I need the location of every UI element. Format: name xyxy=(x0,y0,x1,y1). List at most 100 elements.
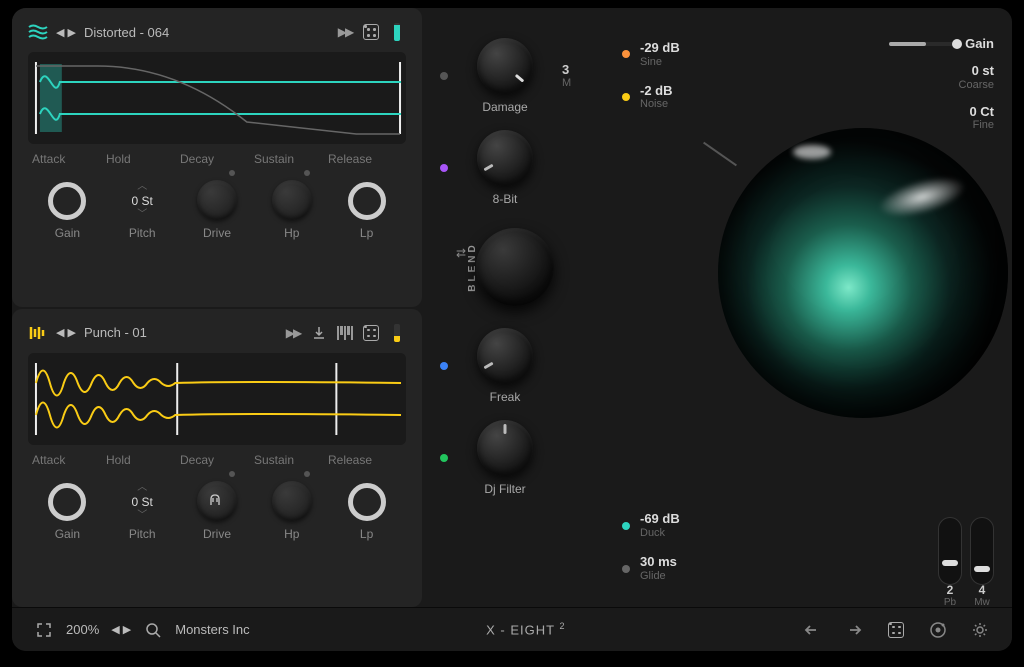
osc2-env-sustain[interactable]: Sustain xyxy=(254,453,328,467)
info-top-right: Gain 0 stCoarse 0 CtFine xyxy=(889,36,994,133)
djfilter-knob[interactable] xyxy=(477,420,533,476)
osc2-pitch-stepper[interactable]: ︿ 0 St ﹀ xyxy=(132,483,153,521)
osc2-env-hold[interactable]: Hold xyxy=(106,453,180,467)
osc2-waveform-display[interactable] xyxy=(28,353,406,445)
gain-label: Gain xyxy=(965,36,994,51)
osc1-preset-nav[interactable]: ◀ ▶ xyxy=(56,26,76,39)
target-icon[interactable] xyxy=(928,620,948,640)
osc2-download-icon[interactable] xyxy=(310,324,328,342)
eightbit-block: 8-Bit xyxy=(422,130,608,206)
osc2-lp-label: Lp xyxy=(360,527,373,541)
osc1-hp-knob[interactable] xyxy=(272,180,312,220)
osc2-piano-icon[interactable] xyxy=(336,324,354,342)
osc2-preset-name[interactable]: Punch - 01 xyxy=(84,325,147,340)
djfilter-mod-dot[interactable] xyxy=(440,454,448,462)
osc1-pitch-value: 0 St xyxy=(132,194,153,208)
freak-block: Freak xyxy=(422,328,608,404)
damage-knob[interactable] xyxy=(477,38,533,94)
coarse-readout[interactable]: 0 stCoarse xyxy=(959,63,994,92)
redo-icon[interactable] xyxy=(844,620,864,640)
undo-icon[interactable] xyxy=(802,620,822,640)
osc2-drive-label: Drive xyxy=(203,527,231,541)
osc1-gain-knob[interactable] xyxy=(48,182,86,220)
search-icon[interactable] xyxy=(143,620,163,640)
osc1-lp-label: Lp xyxy=(360,226,373,240)
app-window: ◀ ▶ Distorted - 064 ▶▶ xyxy=(12,8,1012,651)
damage-block: Damage 3 M xyxy=(422,38,608,114)
freak-label: Freak xyxy=(490,390,521,404)
expand-icon[interactable] xyxy=(34,620,54,640)
osc1-fastforward-icon[interactable]: ▶▶ xyxy=(336,23,354,41)
mod-wheels: 2Pb 4Mw xyxy=(938,517,994,585)
random-dice-icon[interactable] xyxy=(886,620,906,640)
chevron-up-icon[interactable]: ︿ xyxy=(137,182,147,192)
eightbit-knob[interactable] xyxy=(477,130,533,186)
osc1-hp-label: Hp xyxy=(284,226,299,240)
osc1-pitch-label: Pitch xyxy=(129,226,156,240)
osc1-wave-icon[interactable] xyxy=(28,22,48,42)
modwheel[interactable]: 4Mw xyxy=(970,517,994,585)
damage-mod-dot[interactable] xyxy=(440,72,448,80)
blend-block: ⇄ BLEND xyxy=(422,228,608,306)
osc2-env-decay[interactable]: Decay xyxy=(180,453,254,467)
osc1-dice-icon[interactable] xyxy=(362,23,380,41)
osc2-gain-knob[interactable] xyxy=(48,483,86,521)
product-title: X - EIGHT 2 xyxy=(264,621,788,637)
osc1-lp-knob[interactable] xyxy=(348,182,386,220)
osc1-env-release[interactable]: Release xyxy=(328,152,402,166)
zoom-level[interactable]: 200% xyxy=(66,622,99,637)
osc1-waveform-display[interactable] xyxy=(28,52,406,144)
settings-gear-icon[interactable] xyxy=(970,620,990,640)
osc1-drive-knob[interactable] xyxy=(197,180,237,220)
chevron-up-icon[interactable]: ︿ xyxy=(137,483,147,493)
osc1-env-hold[interactable]: Hold xyxy=(106,152,180,166)
osc2-panel: ◀ ▶ Punch - 01 ▶▶ xyxy=(12,309,422,608)
preset-nav[interactable]: ◀ ▶ xyxy=(111,623,131,636)
osc1-env-sustain[interactable]: Sustain xyxy=(254,152,328,166)
osc2-wave-icon[interactable] xyxy=(28,323,48,343)
fine-readout[interactable]: 0 CtFine xyxy=(969,104,994,133)
info-top-left: -29 dBSine -2 dBNoise xyxy=(622,40,680,112)
noise-readout[interactable]: -2 dBNoise xyxy=(622,83,680,112)
osc1-pitch-stepper[interactable]: ︿ 0 St ﹀ xyxy=(132,182,153,220)
osc2-dice-icon[interactable] xyxy=(362,324,380,342)
duck-dot-icon xyxy=(622,522,630,530)
duck-readout[interactable]: -69 dBDuck xyxy=(622,511,680,540)
current-preset[interactable]: Monsters Inc xyxy=(175,622,249,637)
chevron-down-icon[interactable]: ﹀ xyxy=(137,511,147,521)
osc1-gain-label: Gain xyxy=(55,226,80,240)
osc2-env-release[interactable]: Release xyxy=(328,453,402,467)
visualizer-sphere[interactable] xyxy=(718,128,1008,418)
blend-icon: ⇄ xyxy=(456,246,466,260)
master-gain-slider[interactable]: Gain xyxy=(889,36,994,51)
osc1-header: ◀ ▶ Distorted - 064 ▶▶ xyxy=(28,20,406,44)
sine-dot-icon xyxy=(622,50,630,58)
glide-readout[interactable]: 30 msGlide xyxy=(622,554,680,583)
osc2-pitch-label: Pitch xyxy=(129,527,156,541)
blend-knob[interactable] xyxy=(476,228,554,306)
osc2-drive-knob[interactable] xyxy=(197,481,237,521)
main-area: ◀ ▶ Distorted - 064 ▶▶ xyxy=(12,8,1012,607)
osc1-meter xyxy=(388,23,406,41)
osc1-env-attack[interactable]: Attack xyxy=(32,152,106,166)
freak-mod-dot[interactable] xyxy=(440,362,448,370)
osc2-knob-row: Gain ︿ 0 St ﹀ Pitch Dri xyxy=(28,481,406,541)
osc1-preset-name[interactable]: Distorted - 064 xyxy=(84,25,169,40)
osc2-hp-knob[interactable] xyxy=(272,481,312,521)
osc1-knob-row: Gain ︿ 0 St ﹀ Pitch Drive xyxy=(28,180,406,240)
osc1-panel: ◀ ▶ Distorted - 064 ▶▶ xyxy=(12,8,422,307)
osc2-fastforward-icon[interactable]: ▶▶ xyxy=(284,324,302,342)
eightbit-mod-dot[interactable] xyxy=(440,164,448,172)
osc1-env-decay[interactable]: Decay xyxy=(180,152,254,166)
osc2-pitch-value: 0 St xyxy=(132,495,153,509)
osc2-preset-nav[interactable]: ◀ ▶ xyxy=(56,326,76,339)
pitchbend-wheel[interactable]: 2Pb xyxy=(938,517,962,585)
glide-dot-icon xyxy=(622,565,630,573)
sine-readout[interactable]: -29 dBSine xyxy=(622,40,680,69)
osc2-env-attack[interactable]: Attack xyxy=(32,453,106,467)
eightbit-label: 8-Bit xyxy=(493,192,518,206)
noise-dot-icon xyxy=(622,93,630,101)
osc2-lp-knob[interactable] xyxy=(348,483,386,521)
chevron-down-icon[interactable]: ﹀ xyxy=(137,210,147,220)
freak-knob[interactable] xyxy=(477,328,533,384)
